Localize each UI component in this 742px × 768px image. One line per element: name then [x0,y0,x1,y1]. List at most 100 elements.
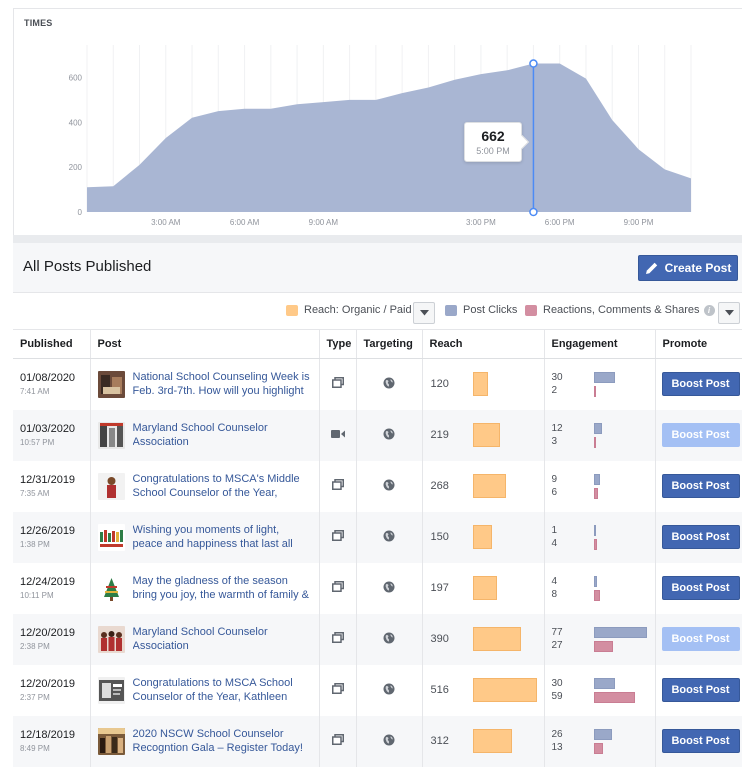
post-link[interactable]: May the gladness of the season bring you… [133,574,311,602]
table-row[interactable]: 12/26/2019 1:38 PM Wishing you moments of … [13,511,742,563]
reach-bar [472,372,488,396]
boost-post-button[interactable]: Boost Post [661,474,740,498]
post-cell[interactable]: Congratulations to MSCA School Counselor… [90,664,320,716]
post-link[interactable]: Wishing you moments of light, peace and … [133,523,311,551]
x-tick-label: 9:00 AM [309,218,339,227]
legend-item-post-clicks: Post Clicks [445,304,517,316]
post-cell[interactable]: Wishing you moments of light, peace and … [90,511,320,563]
published-cell: 12/26/2019 1:38 PM [13,511,91,563]
post-link[interactable]: National School Counseling Week is Feb. … [133,370,311,398]
post-clicks-bar [593,626,647,638]
reach-bar [472,728,512,753]
post-link[interactable]: 2020 NSCW School Counselor Recogntion Ga… [133,727,311,755]
boost-post-button[interactable]: Boost Post [661,525,740,549]
post-thumbnail[interactable] [97,472,125,500]
header-reach[interactable]: Reach [422,329,545,359]
table-row[interactable]: 12/31/2019 7:35 AM Congratulations to MSCA… [13,460,742,512]
post-thumbnail[interactable] [97,574,125,602]
boost-post-button[interactable]: Boost Post [661,372,740,397]
post-thumbnail[interactable] [97,625,125,653]
targeting-cell [356,664,423,716]
table-row[interactable]: 12/20/2019 2:37 PM Congratulations to MSCA… [13,664,742,716]
table-row[interactable]: 12/24/2019 10:11 PM May the gladness of th… [13,562,742,614]
post-cell[interactable]: Congratulations to MSCA's Middle School … [90,460,320,512]
reach-bar [472,626,521,651]
legend-item-reach: Reach: Organic / Paid [286,304,412,316]
reactions-value: 13 [551,741,563,753]
post-clicks-value: 4 [551,575,558,587]
x-tick-label: 6:00 PM [545,218,575,227]
reactions-bar [593,487,598,499]
status-post-icon [331,632,344,646]
engagement-dropdown-button[interactable] [718,302,740,324]
header-post[interactable]: Post [90,329,320,359]
chart-legend: Reach: Organic / Paid Post Clicks Reacti… [13,293,742,329]
reach-value: 312 [430,734,449,747]
posts-section-header: All Posts Published Create Post [13,243,742,293]
published-time: 10:11 PM [20,591,54,600]
pencil-icon [645,262,657,274]
published-cell: 01/08/2020 7:41 AM [13,358,91,410]
targeting-cell [356,358,423,410]
published-date: 12/18/2019 [20,729,76,741]
post-clicks-value: 12 [551,422,563,434]
post-cell[interactable]: Maryland School Counselor Association [90,613,320,665]
y-tick-label: 400 [69,118,83,127]
post-thumbnail[interactable] [97,727,125,755]
post-thumbnail[interactable] [97,676,125,704]
post-link[interactable]: Congratulations to MSCA School Counselor… [133,676,311,704]
targeting-cell [356,613,423,665]
post-link[interactable]: Maryland School Counselor Association [133,625,311,653]
header-type[interactable]: Type [319,329,357,359]
table-row[interactable]: 01/08/2020 7:41 AM National School Counsel… [13,358,742,410]
boost-post-button[interactable]: Boost Post [661,576,740,600]
published-date: 12/26/2019 [20,525,76,537]
promote-cell: Boost Post [655,409,742,461]
post-cell[interactable]: Maryland School Counselor Association [90,409,320,461]
reach-bar [472,422,500,447]
legend-swatch-reactions [525,304,537,316]
published-cell: 12/20/2019 2:38 PM [13,613,91,665]
published-date: 12/31/2019 [20,474,76,486]
post-thumbnail[interactable] [97,523,125,551]
create-post-button[interactable]: Create Post [638,255,738,281]
create-post-label: Create Post [664,261,732,275]
post-thumbnail[interactable] [97,370,125,398]
targeting-cell [356,511,423,563]
post-thumbnail[interactable] [97,421,125,449]
globe-icon [383,479,395,494]
header-targeting[interactable]: Targeting [356,329,423,359]
post-clicks-value: 77 [551,626,563,638]
published-time: 1:38 PM [20,540,50,549]
globe-icon [383,632,395,647]
header-engagement[interactable]: Engagement [544,329,656,359]
reach-bar [472,524,492,549]
type-cell [319,562,357,614]
post-cell[interactable]: 2020 NSCW School Counselor Recogntion Ga… [90,715,320,767]
reactions-bar [593,691,635,703]
globe-icon [383,581,395,596]
header-published[interactable]: Published [13,329,91,359]
table-row[interactable]: 01/03/2020 10:57 PM Maryland School Counse… [13,409,742,461]
chart-tooltip: 662 5:00 PM [464,122,530,162]
post-link[interactable]: Maryland School Counselor Association [133,421,311,449]
legend-label-post-clicks: Post Clicks [463,304,518,316]
post-cell[interactable]: May the gladness of the season bring you… [90,562,320,614]
boost-post-button[interactable]: Boost Post [661,678,740,702]
reach-value: 219 [430,428,449,441]
hover-marker-bottom[interactable] [529,207,538,217]
reach-cell: 312 [422,715,545,767]
engagement-cell: 30 2 [544,358,656,410]
hover-marker-top[interactable] [529,59,538,68]
boost-post-button[interactable]: Boost Post [661,729,740,753]
reach-cell: 150 [422,511,545,563]
info-icon[interactable]: i [703,304,715,316]
targeting-cell [356,460,423,512]
post-link[interactable]: Congratulations to MSCA's Middle School … [133,472,311,500]
table-row[interactable]: 12/20/2019 2:38 PM Maryland School Counsel… [13,613,742,665]
engagement-cell: 77 27 [544,613,656,665]
reach-dropdown-button[interactable] [413,302,435,324]
table-row[interactable]: 12/18/2019 8:49 PM 2020 NSCW School Counse… [13,715,742,767]
globe-icon [383,377,395,392]
post-cell[interactable]: National School Counseling Week is Feb. … [90,358,320,410]
